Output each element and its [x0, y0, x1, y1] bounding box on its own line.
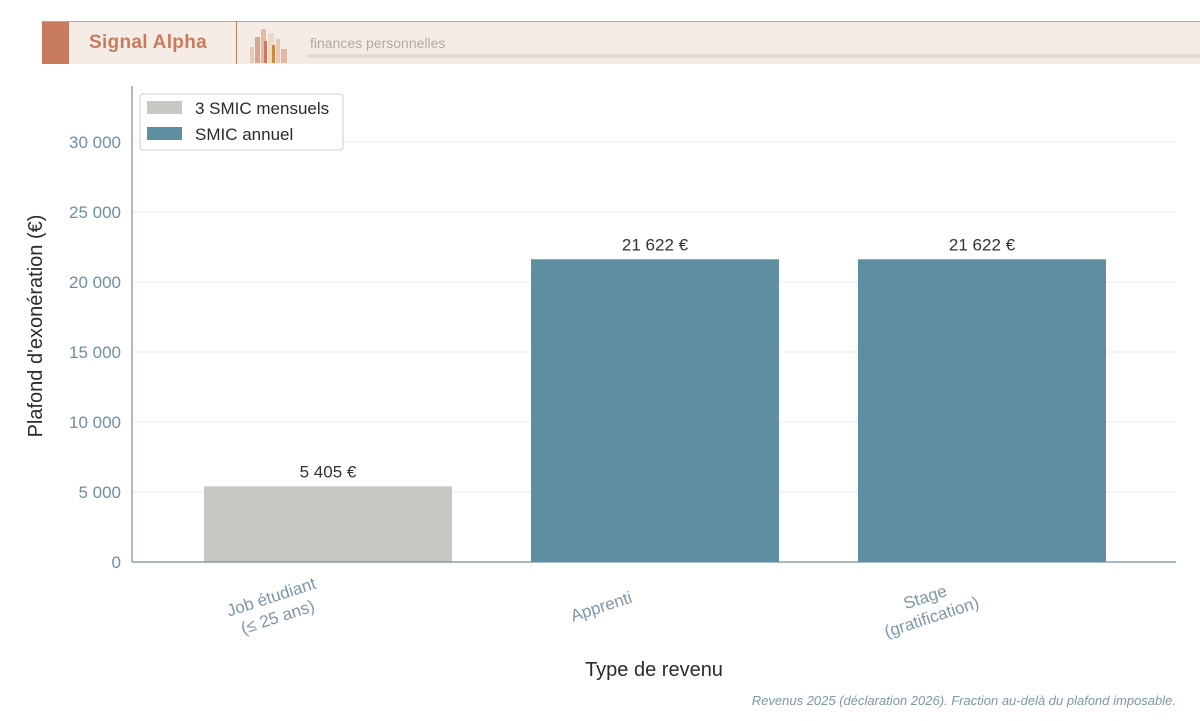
y-tick-label: 15 000 — [69, 343, 121, 362]
bar — [204, 486, 452, 562]
bar-chart: 5 405 € 21 622 € 21 622 € 0 5 000 10 000 15 0… — [25, 86, 1176, 708]
bar — [531, 259, 779, 562]
legend-swatch-smic-annuel — [147, 127, 182, 140]
x-tick-line: Apprenti — [568, 588, 634, 626]
bar-value-label: 5 405 € — [300, 462, 357, 481]
x-tick-label: Stage(gratification) — [876, 573, 982, 641]
legend-label-smic-annuel: SMIC annuel — [195, 125, 293, 144]
y-tick-label: 20 000 — [69, 273, 121, 292]
y-tick-label: 0 — [112, 553, 121, 572]
chart-footnote: Revenus 2025 (déclaration 2026). Fractio… — [752, 693, 1176, 708]
y-axis-ticks: 0 5 000 10 000 15 000 20 000 25 000 30 000 — [69, 133, 121, 572]
svg-text:Stage(gratification): Stage(gratification) — [876, 573, 982, 641]
y-tick-label: 30 000 — [69, 133, 121, 152]
x-axis-ticks: Job étudiant(≤ 25 ans) Apprenti Stage(grat… — [224, 573, 982, 642]
y-tick-label: 5 000 — [78, 483, 121, 502]
legend-swatch-3-smic — [147, 101, 182, 114]
bar-value-label: 21 622 € — [622, 235, 689, 254]
y-tick-label: 25 000 — [69, 203, 121, 222]
x-tick-label: Apprenti — [568, 588, 634, 626]
svg-text:Apprenti: Apprenti — [568, 588, 634, 626]
y-axis-title: Plafond d'exonération (€) — [25, 215, 47, 438]
bar-group — [204, 259, 1106, 562]
y-tick-label: 10 000 — [69, 413, 121, 432]
legend: 3 SMIC mensuels SMIC annuel — [139, 93, 344, 151]
bar-value-label: 21 622 € — [949, 235, 1016, 254]
x-tick-label: Job étudiant(≤ 25 ans) — [224, 574, 325, 641]
legend-label-3-smic: 3 SMIC mensuels — [195, 99, 329, 118]
svg-text:Job étudiant(≤ 25 ans): Job étudiant(≤ 25 ans) — [224, 574, 325, 641]
bar — [858, 259, 1106, 562]
x-axis-title: Type de revenu — [585, 659, 723, 681]
